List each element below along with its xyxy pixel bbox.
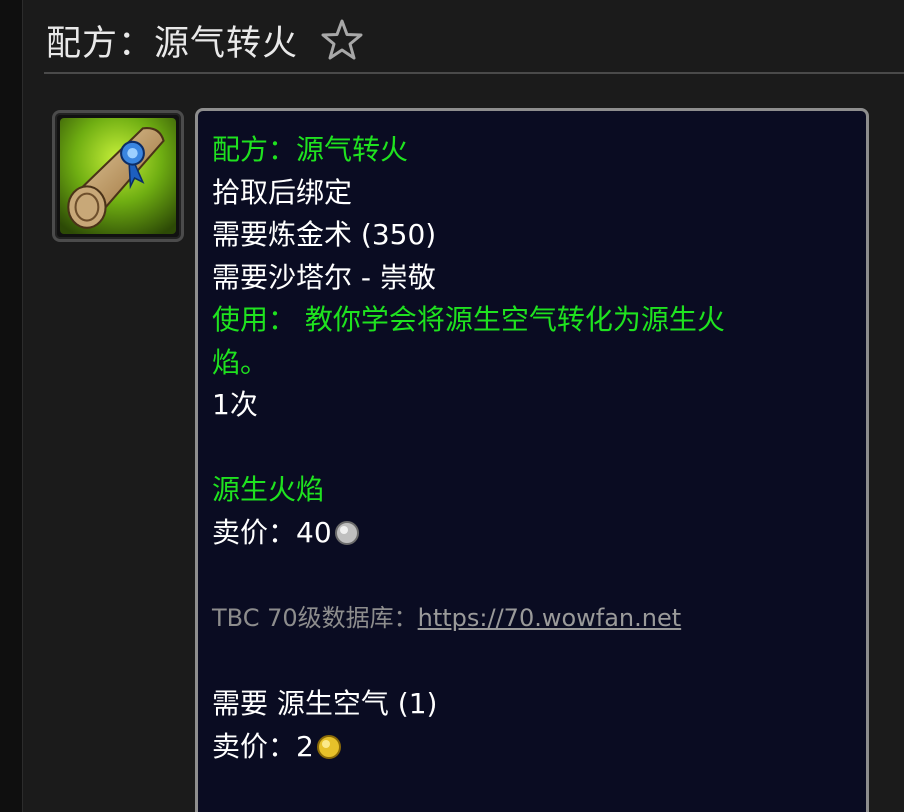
- sell-price-label: 卖价：: [212, 515, 297, 549]
- database-link[interactable]: https://70.wowfan.net: [418, 604, 682, 632]
- sell-price-2: 卖价：2: [212, 726, 852, 769]
- sell-price-value: 40: [296, 515, 332, 549]
- page-title: 配方：源气转火: [46, 23, 299, 64]
- item-name: 配方：源气转火: [212, 133, 409, 166]
- sell-price-label: 卖价：: [212, 729, 297, 763]
- sell-price-1: 卖价：40: [212, 512, 852, 555]
- recipe-scroll-icon[interactable]: [52, 110, 184, 242]
- created-item-name[interactable]: 源生火焰: [212, 469, 852, 512]
- star-icon[interactable]: [320, 18, 364, 62]
- item-skill-requirement: 需要炼金术 (350): [212, 218, 437, 251]
- page: 配方：源气转火 配方：源气转火 拾取后绑定 需要炼金术 (350) 需要沙塔尔 …: [0, 0, 904, 812]
- gold-coin-icon: [316, 730, 342, 759]
- item-reputation-requirement: 需要沙塔尔 - 崇敬: [212, 260, 436, 294]
- item-use-effect-line2: 焰。: [212, 345, 269, 379]
- reagent-requirement: 需要 源生空气 (1): [212, 687, 438, 720]
- database-label: TBC 70级数据库：: [212, 603, 418, 632]
- header-divider: [44, 72, 904, 74]
- item-use-effect-line1: 使用： 教你学会将源生空气转化为源生火: [212, 303, 725, 336]
- silver-coin-icon: [334, 516, 360, 545]
- item-charges: 1次: [212, 388, 258, 421]
- item-tooltip: 配方：源气转火 拾取后绑定 需要炼金术 (350) 需要沙塔尔 - 崇敬 使用：…: [195, 108, 869, 812]
- sell-price-value: 2: [296, 729, 314, 763]
- left-rail: [0, 0, 23, 812]
- database-source: TBC 70级数据库：https://70.wowfan.net: [212, 597, 852, 640]
- item-binding: 拾取后绑定: [212, 175, 353, 209]
- page-header: 配方：源气转火: [46, 10, 904, 70]
